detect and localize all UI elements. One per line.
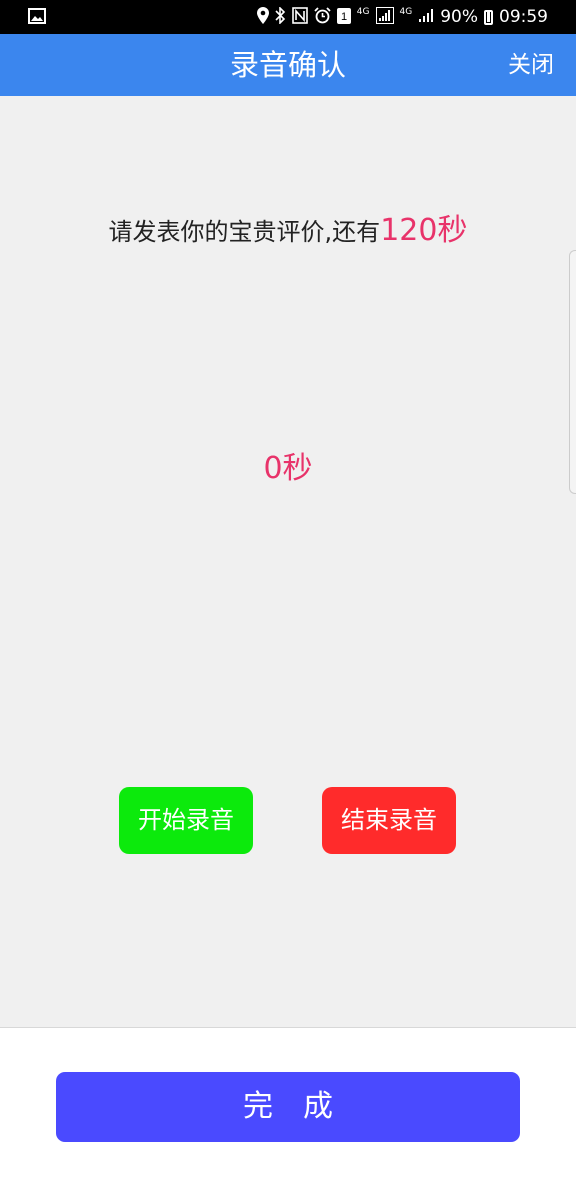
prompt-text: 请发表你的宝贵评价,还有 [108, 218, 381, 246]
title-bar: 录音确认 关闭 [0, 34, 576, 96]
nfc-icon [291, 7, 308, 27]
battery-icon [484, 9, 493, 25]
bottom-bar: 完成 [0, 1027, 576, 1185]
edge-handle[interactable] [569, 250, 576, 494]
image-icon [28, 8, 46, 28]
recording-prompt: 请发表你的宝贵评价,还有120秒 [0, 205, 576, 249]
status-bar: 1 4G 4G 90% 09:59 [0, 0, 576, 34]
bluetooth-icon [275, 6, 286, 27]
elapsed-time: 0秒 [263, 451, 313, 486]
network-type-1: 4G [356, 7, 370, 17]
svg-text:1: 1 [341, 11, 347, 23]
clock: 09:59 [499, 7, 548, 27]
done-button[interactable]: 完成 [56, 1072, 520, 1142]
close-button[interactable]: 关闭 [508, 34, 554, 96]
network-type-2: 4G [399, 7, 413, 17]
alarm-icon [314, 7, 331, 27]
page-title: 录音确认 [229, 48, 346, 82]
sim1-icon: 1 [336, 7, 351, 27]
signal-icon [375, 7, 394, 27]
start-recording-button[interactable]: 开始录音 [119, 787, 253, 854]
battery-percent: 90% [440, 7, 478, 27]
location-icon [256, 7, 269, 27]
remaining-time: 120秒 [380, 213, 468, 248]
stop-recording-button[interactable]: 结束录音 [322, 787, 456, 854]
signal-icon [418, 8, 434, 26]
